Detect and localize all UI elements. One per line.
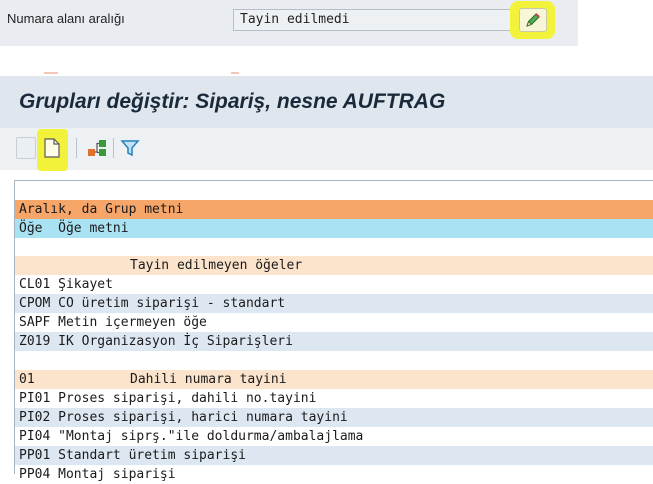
new-entry-button[interactable]	[42, 136, 62, 160]
range-field-value[interactable]: Tayin edilmedi	[233, 9, 511, 31]
item-text: Metin içermeyen öğe	[58, 315, 207, 330]
list-item[interactable]: PI01 Proses siparişi, dahili no.tayini	[15, 389, 653, 408]
item-code: PI04	[19, 429, 51, 444]
list-item[interactable]: CL01 Şikayet	[15, 275, 653, 294]
item-text: Proses siparişi, dahili no.tayini	[58, 391, 317, 406]
list-item[interactable]: SAPF Metin içermeyen öğe	[15, 313, 653, 332]
toolbar-divider	[113, 138, 114, 158]
list-item[interactable]: PI02 Proses siparişi, harici numara tayi…	[15, 408, 653, 427]
range-field-label: Numara alanı aralığı	[7, 11, 125, 26]
item-code: Z019	[19, 334, 51, 349]
item-text: Şikayet	[58, 277, 113, 292]
filter-icon	[120, 140, 140, 157]
item-code: SAPF	[19, 315, 51, 330]
item-text: Montaj siparişi	[58, 467, 176, 482]
list-item[interactable]: PI04 "Montaj siprş."ile doldurma/ambalaj…	[15, 427, 653, 446]
pencil-icon	[526, 13, 540, 27]
new-document-icon	[44, 138, 60, 158]
item-text: Proses siparişi, harici numara tayini	[58, 410, 348, 425]
list-item[interactable]: PP01 Standart üretim siparişi	[15, 446, 653, 465]
item-text: Standart üretim siparişi	[58, 448, 246, 463]
edit-range-button[interactable]	[519, 8, 547, 32]
filter-button[interactable]	[119, 137, 141, 159]
item-code: PP01	[19, 448, 51, 463]
group-row[interactable]: 01 Dahili numara tayini	[15, 370, 653, 389]
list-item[interactable]: PP04 Montaj siparişi	[15, 465, 653, 484]
list-item[interactable]: CPOM CO üretim siparişi - standart	[15, 294, 653, 313]
list-header-group: Aralık, da Grup metni	[15, 200, 653, 219]
item-text: "Montaj siprş."ile doldurma/ambalajlama	[58, 429, 364, 444]
item-code: PI02	[19, 410, 51, 425]
item-text: IK Organizasyon İç Siparişleri	[58, 334, 293, 349]
item-text: CO üretim siparişi - standart	[58, 296, 286, 311]
group-title: Dahili numara tayini	[130, 372, 287, 387]
hierarchy-button[interactable]	[86, 137, 108, 159]
blank-button[interactable]	[16, 137, 36, 159]
group-code: 01	[19, 372, 35, 387]
list-header-element: Öğe Öğe metni	[15, 219, 653, 238]
toolbar-divider	[76, 138, 77, 158]
list-item[interactable]: Z019 IK Organizasyon İç Siparişleri	[15, 332, 653, 351]
group-list: Aralık, da Grup metni Öğe Öğe metni Tayi…	[14, 180, 653, 484]
page-title: Grupları değiştir: Sipariş, nesne AUFTRA…	[19, 90, 446, 113]
item-code: PP04	[19, 467, 51, 482]
group-title: Tayin edilmeyen öğeler	[130, 258, 303, 273]
separator-mark	[44, 72, 58, 74]
group-row[interactable]: Tayin edilmeyen öğeler	[15, 256, 653, 275]
item-code: PI01	[19, 391, 51, 406]
separator-mark	[231, 72, 239, 74]
hierarchy-icon	[88, 140, 106, 156]
item-code: CL01	[19, 277, 51, 292]
item-code: CPOM	[19, 296, 51, 311]
